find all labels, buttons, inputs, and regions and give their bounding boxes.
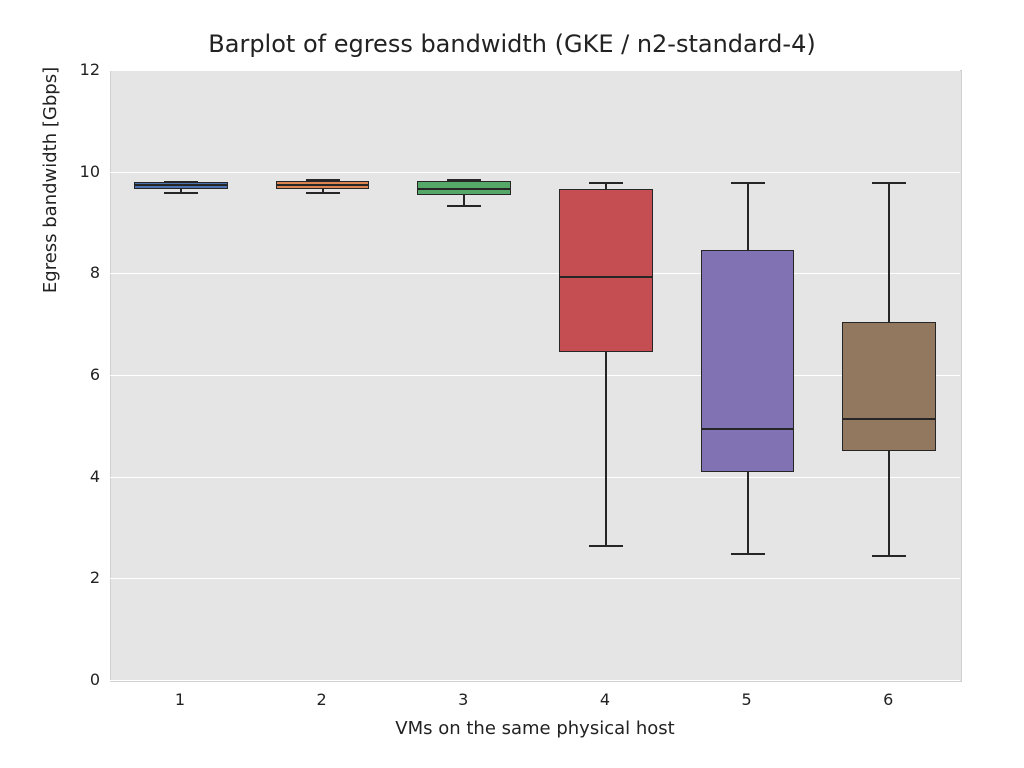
median-line xyxy=(134,184,228,186)
x-tick-label: 1 xyxy=(175,690,185,709)
x-tick-label: 4 xyxy=(600,690,610,709)
gridline xyxy=(110,375,960,376)
whisker-lower xyxy=(888,451,890,555)
y-tick-label: 8 xyxy=(90,263,100,282)
x-tick-label: 3 xyxy=(458,690,468,709)
y-tick-label: 0 xyxy=(90,670,100,689)
whisker-cap xyxy=(731,553,765,555)
x-tick-label: 2 xyxy=(317,690,327,709)
whisker-cap xyxy=(589,182,623,184)
median-line xyxy=(701,428,795,430)
whisker-upper xyxy=(747,182,749,251)
gridline xyxy=(110,578,960,579)
box xyxy=(559,189,653,352)
x-tick-label: 5 xyxy=(742,690,752,709)
y-tick-label: 10 xyxy=(80,162,100,181)
gridline xyxy=(110,273,960,274)
whisker-cap xyxy=(589,545,623,547)
whisker-cap xyxy=(447,205,481,207)
chart-title: Barplot of egress bandwidth (GKE / n2-st… xyxy=(0,30,1024,58)
y-tick-label: 2 xyxy=(90,568,100,587)
whisker-upper xyxy=(888,182,890,322)
whisker-cap xyxy=(306,179,340,181)
whisker-lower xyxy=(463,195,465,205)
median-line xyxy=(276,184,370,186)
y-tick-label: 6 xyxy=(90,365,100,384)
gridline xyxy=(110,477,960,478)
whisker-cap xyxy=(872,182,906,184)
whisker-lower xyxy=(747,472,749,553)
median-line xyxy=(417,188,511,190)
plot-axes xyxy=(110,70,962,682)
box xyxy=(701,250,795,471)
x-axis-label: VMs on the same physical host xyxy=(110,718,960,739)
whisker-cap xyxy=(164,181,198,183)
gridline xyxy=(110,172,960,173)
y-axis-label: Egress bandwidth [Gbps] xyxy=(40,0,61,485)
median-line xyxy=(842,418,936,420)
gridline xyxy=(110,680,960,681)
whisker-cap xyxy=(872,555,906,557)
y-tick-label: 4 xyxy=(90,467,100,486)
whisker-cap xyxy=(164,192,198,194)
y-tick-label: 12 xyxy=(80,60,100,79)
median-line xyxy=(559,276,653,278)
box xyxy=(842,322,936,452)
x-tick-label: 6 xyxy=(883,690,893,709)
figure: Barplot of egress bandwidth (GKE / n2-st… xyxy=(0,0,1024,768)
whisker-cap xyxy=(447,179,481,181)
gridline xyxy=(110,70,960,71)
whisker-cap xyxy=(731,182,765,184)
whisker-cap xyxy=(306,192,340,194)
whisker-lower xyxy=(605,352,607,545)
